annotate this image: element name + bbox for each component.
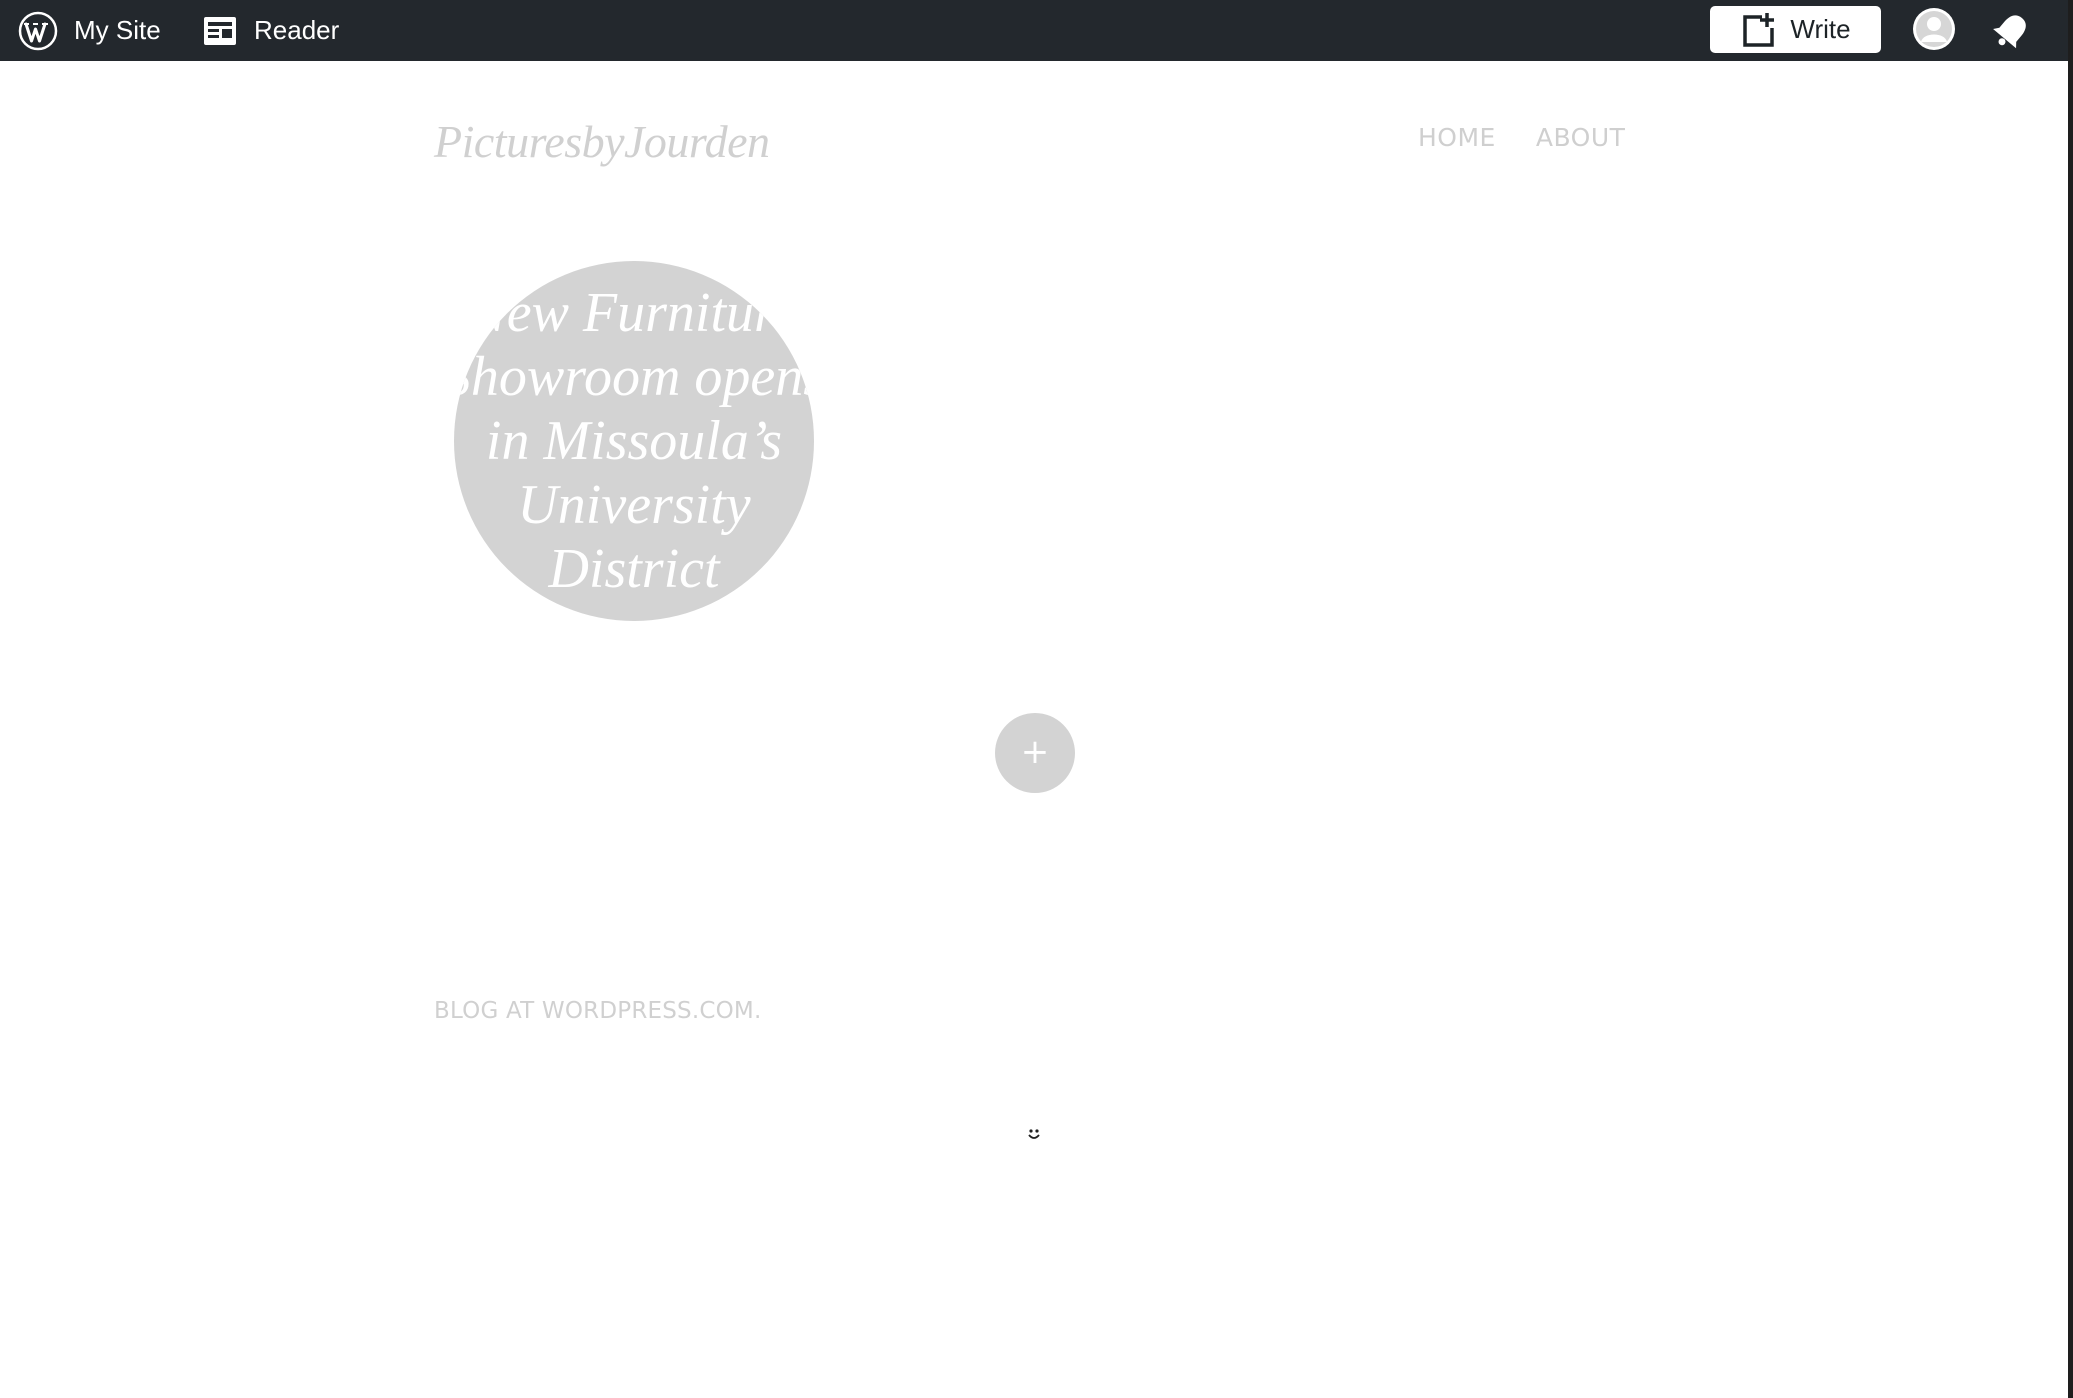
post-title-line: University <box>517 474 751 536</box>
nav-item-about[interactable]: ABOUT <box>1536 123 1626 152</box>
reader-label: Reader <box>254 15 340 45</box>
site-title[interactable]: PicturesbyJourden <box>434 115 770 168</box>
smiley-icon <box>1028 1129 1040 1139</box>
post-title-line: District <box>548 538 720 600</box>
nav-item-home[interactable]: HOME <box>1418 123 1496 152</box>
post-title-line: New Furniture <box>469 282 799 344</box>
write-button[interactable]: Write <box>1710 6 1881 53</box>
post-thumbnail-circle[interactable]: New Furniture Showroom opens in Missoula… <box>454 261 814 621</box>
post-title-line: in Missoula’s <box>485 410 783 472</box>
load-more-button[interactable]: + <box>995 713 1075 793</box>
plus-icon: + <box>1020 732 1050 772</box>
footer-credit-link[interactable]: BLOG AT WORDPRESS.COM. <box>434 998 761 1024</box>
my-site-label: My Site <box>74 15 161 45</box>
user-avatar-icon[interactable] <box>1912 7 1956 51</box>
post-title: New Furniture Showroom opens in Missoula… <box>454 281 814 601</box>
reader-icon <box>204 16 236 45</box>
write-label: Write <box>1790 14 1851 44</box>
main-navigation: HOME ABOUT <box>1418 123 1625 152</box>
my-site-button[interactable]: My Site <box>18 0 161 61</box>
post-title-line: Showroom opens <box>454 346 814 408</box>
new-post-icon <box>1743 12 1775 47</box>
wordpress-logo-icon <box>18 11 58 50</box>
window-edge <box>2068 0 2073 1398</box>
reader-button[interactable]: Reader <box>202 0 339 61</box>
notifications-bell-icon[interactable] <box>1990 10 2032 52</box>
admin-bar: My Site Reader Write <box>0 0 2068 61</box>
